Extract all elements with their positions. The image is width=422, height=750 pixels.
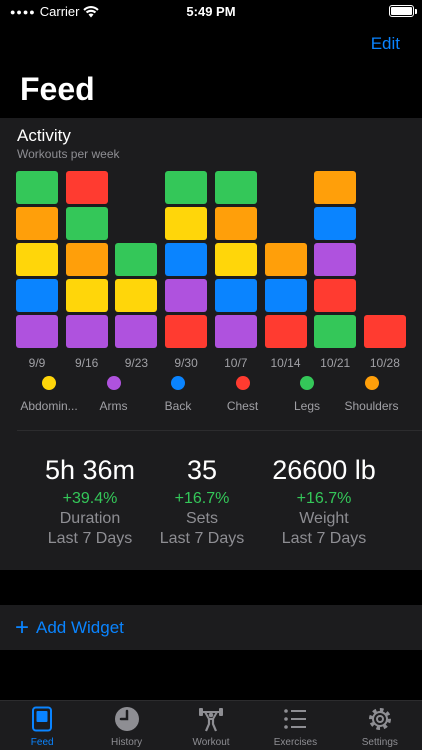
plus-icon: +: [15, 613, 30, 641]
bar-segment-back: [16, 279, 58, 312]
list-icon: [284, 709, 307, 729]
bar-segment-back: [264, 279, 307, 312]
bar-segment-shoulders: [65, 243, 108, 276]
tab-bar: Feed History Workout Exercises Settings: [0, 700, 422, 750]
stat-period: Last 7 Days: [159, 530, 245, 547]
tab-label: Feed: [30, 737, 54, 748]
stat-weight: 26600 lb +16.7% Weight Last 7 Days: [259, 452, 389, 549]
stat-value: 5h 36m: [44, 455, 136, 485]
legend-item-shoulders: Shoulders: [332, 376, 412, 413]
stat-value: 26600 lb: [272, 455, 376, 485]
bar-segment-chest: [264, 315, 307, 348]
bar-segment-arms: [115, 315, 158, 348]
divider: [17, 430, 422, 431]
bar-segment-arms: [65, 315, 108, 348]
tab-history[interactable]: History: [84, 701, 168, 750]
bar-segment-shoulders: [314, 171, 357, 204]
tab-label: History: [111, 737, 143, 748]
stat-change: +39.4%: [62, 490, 118, 507]
x-tick-label: 10/28: [369, 356, 400, 370]
bar-segment-chest: [165, 315, 208, 348]
legend-dot: [364, 376, 379, 390]
bar-segment-abdominals: [214, 243, 257, 276]
status-bar: ●●●● Carrier 5:49 PM: [0, 0, 422, 22]
tab-label: Workout: [192, 737, 230, 748]
bar-segment-back: [165, 243, 208, 276]
add-widget-button[interactable]: + Add Widget: [0, 605, 422, 650]
stat-change: +16.7%: [296, 490, 352, 507]
stat-change: +16.7%: [174, 490, 230, 507]
tab-exercises[interactable]: Exercises: [253, 701, 337, 750]
bar-segment-arms: [314, 243, 357, 276]
legend-dot: [171, 376, 185, 390]
activity-chart: 9/9 9/16 9/23 9/30 10/7 10/14 10/21 10/28: [0, 118, 422, 378]
add-widget-label: Add Widget: [36, 617, 124, 637]
bar-segment-arms: [165, 279, 208, 312]
legend-label: Shoulders: [344, 399, 399, 413]
activity-card: Activity Workouts per week 9/9 9/16 9/23 9/…: [0, 118, 422, 570]
tab-label: Settings: [361, 737, 398, 748]
clock-time: 5:49 PM: [186, 4, 236, 19]
stat-sets: 35 +16.7% Sets Last 7 Days: [137, 452, 267, 549]
legend-dot: [235, 376, 250, 390]
bar-segment-chest: [363, 315, 406, 348]
bar-segment-chest: [65, 171, 108, 204]
page-title: Feed: [20, 71, 95, 107]
bar-segment-legs: [65, 207, 108, 240]
legend-dot: [106, 376, 121, 390]
bar-segment-shoulders: [16, 207, 58, 240]
gear-icon: [368, 708, 391, 730]
bar-segment-abdominals: [16, 243, 58, 276]
stat-value: 35: [186, 455, 218, 485]
stat-duration: 5h 36m +39.4% Duration Last 7 Days: [25, 452, 155, 549]
bar-segment-legs: [16, 171, 58, 204]
bar-segment-arms: [16, 315, 58, 348]
tab-workout[interactable]: Workout: [169, 701, 253, 750]
stat-label: Sets: [185, 510, 218, 527]
legend-dot: [300, 376, 314, 390]
bar-segment-arms: [214, 315, 257, 348]
clock-icon: [114, 707, 139, 731]
tab-settings[interactable]: Settings: [338, 701, 422, 750]
bar-segment-legs: [214, 171, 257, 204]
bar-segment-shoulders: [264, 243, 307, 276]
weightlifter-icon: [199, 708, 224, 732]
tab-feed[interactable]: Feed: [0, 701, 84, 750]
bar-segment-abdominals: [65, 279, 108, 312]
legend-dot: [42, 376, 56, 390]
bar-segment-legs: [165, 171, 208, 204]
stat-label: Weight: [299, 510, 349, 527]
bar-segment-chest: [314, 279, 357, 312]
stat-label: Duration: [59, 510, 121, 527]
battery-icon: [389, 5, 417, 17]
bar-segment-back: [314, 207, 357, 240]
edit-button[interactable]: Edit: [371, 34, 400, 54]
bar-segment-back: [214, 279, 257, 312]
stat-period: Last 7 Days: [281, 530, 367, 547]
stat-period: Last 7 Days: [47, 530, 133, 547]
bar-segment-legs: [314, 315, 357, 348]
bar-segment-abdominals: [115, 279, 158, 312]
bar-segment-legs: [115, 243, 158, 276]
feed-icon: [32, 706, 53, 732]
tab-label: Exercises: [273, 737, 318, 748]
bar-segment-shoulders: [214, 207, 257, 240]
bar-segment-abdominals: [165, 207, 208, 240]
